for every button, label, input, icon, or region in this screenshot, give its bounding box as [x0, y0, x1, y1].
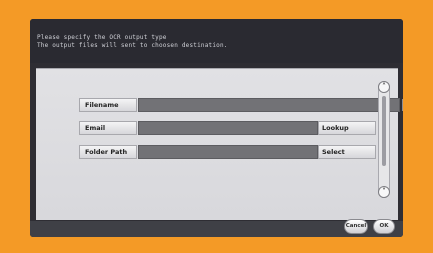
scroll-down-button[interactable]: ˅	[378, 186, 390, 198]
filename-row: Filename	[79, 98, 403, 112]
cancel-button[interactable]: Cancel	[344, 219, 368, 234]
filename-label: Filename	[79, 98, 137, 112]
select-button[interactable]: Select	[318, 145, 376, 159]
chevron-down-icon: ˅	[382, 187, 386, 196]
email-label: Email	[79, 121, 137, 135]
email-field[interactable]	[138, 121, 318, 135]
instruction-header: Please specify the OCR output type The o…	[30, 19, 403, 63]
device-screen: Please specify the OCR output type The o…	[30, 19, 403, 237]
folder-path-row: Folder Path Select	[79, 145, 403, 159]
vertical-scrollbar[interactable]: ˄ ˅	[378, 81, 390, 198]
instruction-line-1: Please specify the OCR output type	[37, 34, 167, 41]
scroll-up-button[interactable]: ˄	[378, 81, 390, 93]
chevron-up-icon: ˄	[382, 82, 386, 91]
settings-panel: Filename Email Lookup Folder Path Select	[36, 68, 403, 220]
email-row: Email Lookup	[79, 121, 403, 135]
scroll-thumb[interactable]	[382, 96, 386, 166]
lookup-button[interactable]: Lookup	[318, 121, 376, 135]
keyboard-button[interactable]	[402, 99, 403, 111]
ok-button[interactable]: OK	[373, 219, 395, 234]
folder-path-field[interactable]	[138, 145, 318, 159]
folder-path-label: Folder Path	[79, 145, 137, 159]
filename-field[interactable]	[138, 98, 400, 112]
instruction-line-2: The output files will sent to choosen de…	[37, 42, 228, 49]
